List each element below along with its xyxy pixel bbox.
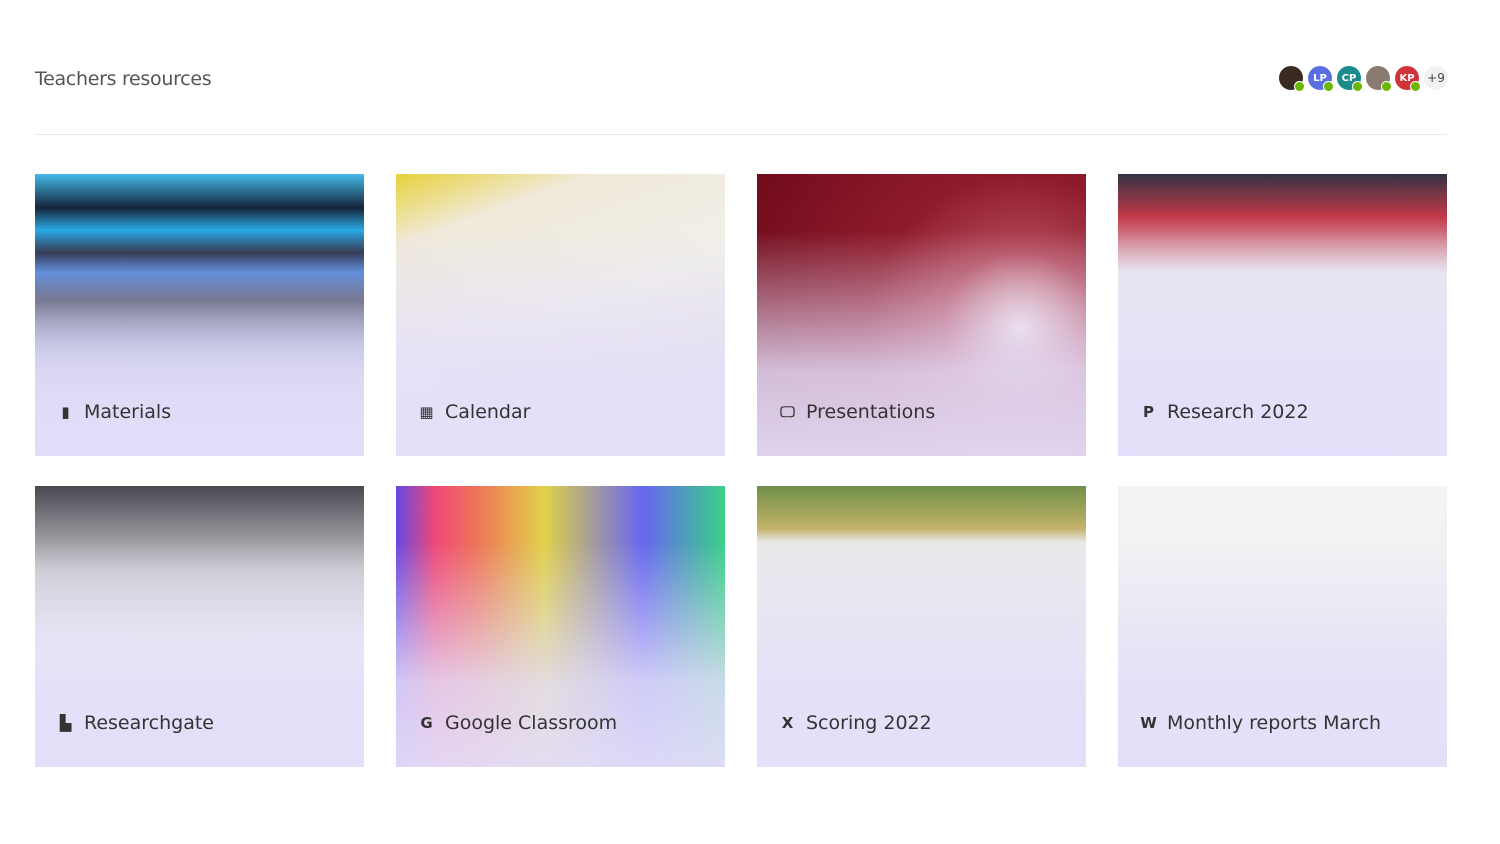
tile-label: ▙ Researchgate — [57, 712, 214, 734]
resource-tile[interactable]: 🖵 Presentations — [757, 174, 1086, 456]
tile-label: 🖵 Presentations — [779, 401, 935, 423]
avatar[interactable] — [1366, 66, 1392, 92]
member-avatars[interactable]: LP CP KP +9 — [1279, 66, 1448, 92]
tile-title: Calendar — [445, 401, 531, 423]
tile-label: X Scoring 2022 — [779, 712, 932, 734]
excel-icon: X — [781, 714, 794, 732]
resource-tile[interactable]: X Scoring 2022 — [757, 486, 1086, 767]
resource-tile[interactable]: ▦ Calendar — [396, 174, 725, 456]
word-icon: W — [1140, 714, 1157, 732]
tile-label: P Research 2022 — [1140, 401, 1309, 423]
document-icon: ▙ — [59, 714, 72, 732]
presence-available-icon — [1410, 81, 1421, 92]
tile-title: Researchgate — [84, 712, 214, 734]
resource-tile[interactable]: ▮ Materials — [35, 174, 364, 456]
tile-label: ▦ Calendar — [418, 401, 530, 423]
tile-title: Google Classroom — [445, 712, 618, 734]
resource-tile[interactable]: ▙ Researchgate — [35, 486, 364, 767]
presence-available-icon — [1352, 81, 1363, 92]
notebook-icon: ▮ — [61, 403, 70, 421]
avatar[interactable] — [1279, 66, 1305, 92]
resource-grid: ▮ Materials ▦ Calendar 🖵 Presentations P Resear… — [35, 174, 1447, 767]
more-members-button[interactable]: +9 — [1424, 66, 1448, 90]
powerpoint-icon: P — [1143, 403, 1154, 421]
tile-title: Research 2022 — [1167, 401, 1309, 423]
calendar-icon: ▦ — [419, 403, 434, 421]
divider — [35, 134, 1447, 135]
presence-available-icon — [1294, 81, 1305, 92]
tile-title: Presentations — [806, 401, 936, 423]
avatar[interactable]: CP — [1337, 66, 1363, 92]
presence-available-icon — [1323, 81, 1334, 92]
tile-title: Materials — [84, 401, 172, 423]
google-icon: G — [420, 714, 433, 732]
page-title: Teachers resources — [35, 68, 212, 90]
avatar[interactable]: KP — [1395, 66, 1421, 92]
resource-tile[interactable]: P Research 2022 — [1118, 174, 1447, 456]
resource-tile[interactable]: G Google Classroom — [396, 486, 725, 767]
tile-label: G Google Classroom — [418, 712, 617, 734]
monitor-icon: 🖵 — [780, 403, 795, 421]
tile-label: W Monthly reports March — [1140, 712, 1381, 734]
tile-title: Scoring 2022 — [806, 712, 932, 734]
tile-label: ▮ Materials — [57, 401, 171, 423]
presence-available-icon — [1381, 81, 1392, 92]
avatar[interactable]: LP — [1308, 66, 1334, 92]
resource-tile[interactable]: W Monthly reports March — [1118, 486, 1447, 767]
tile-title: Monthly reports March — [1167, 712, 1382, 734]
